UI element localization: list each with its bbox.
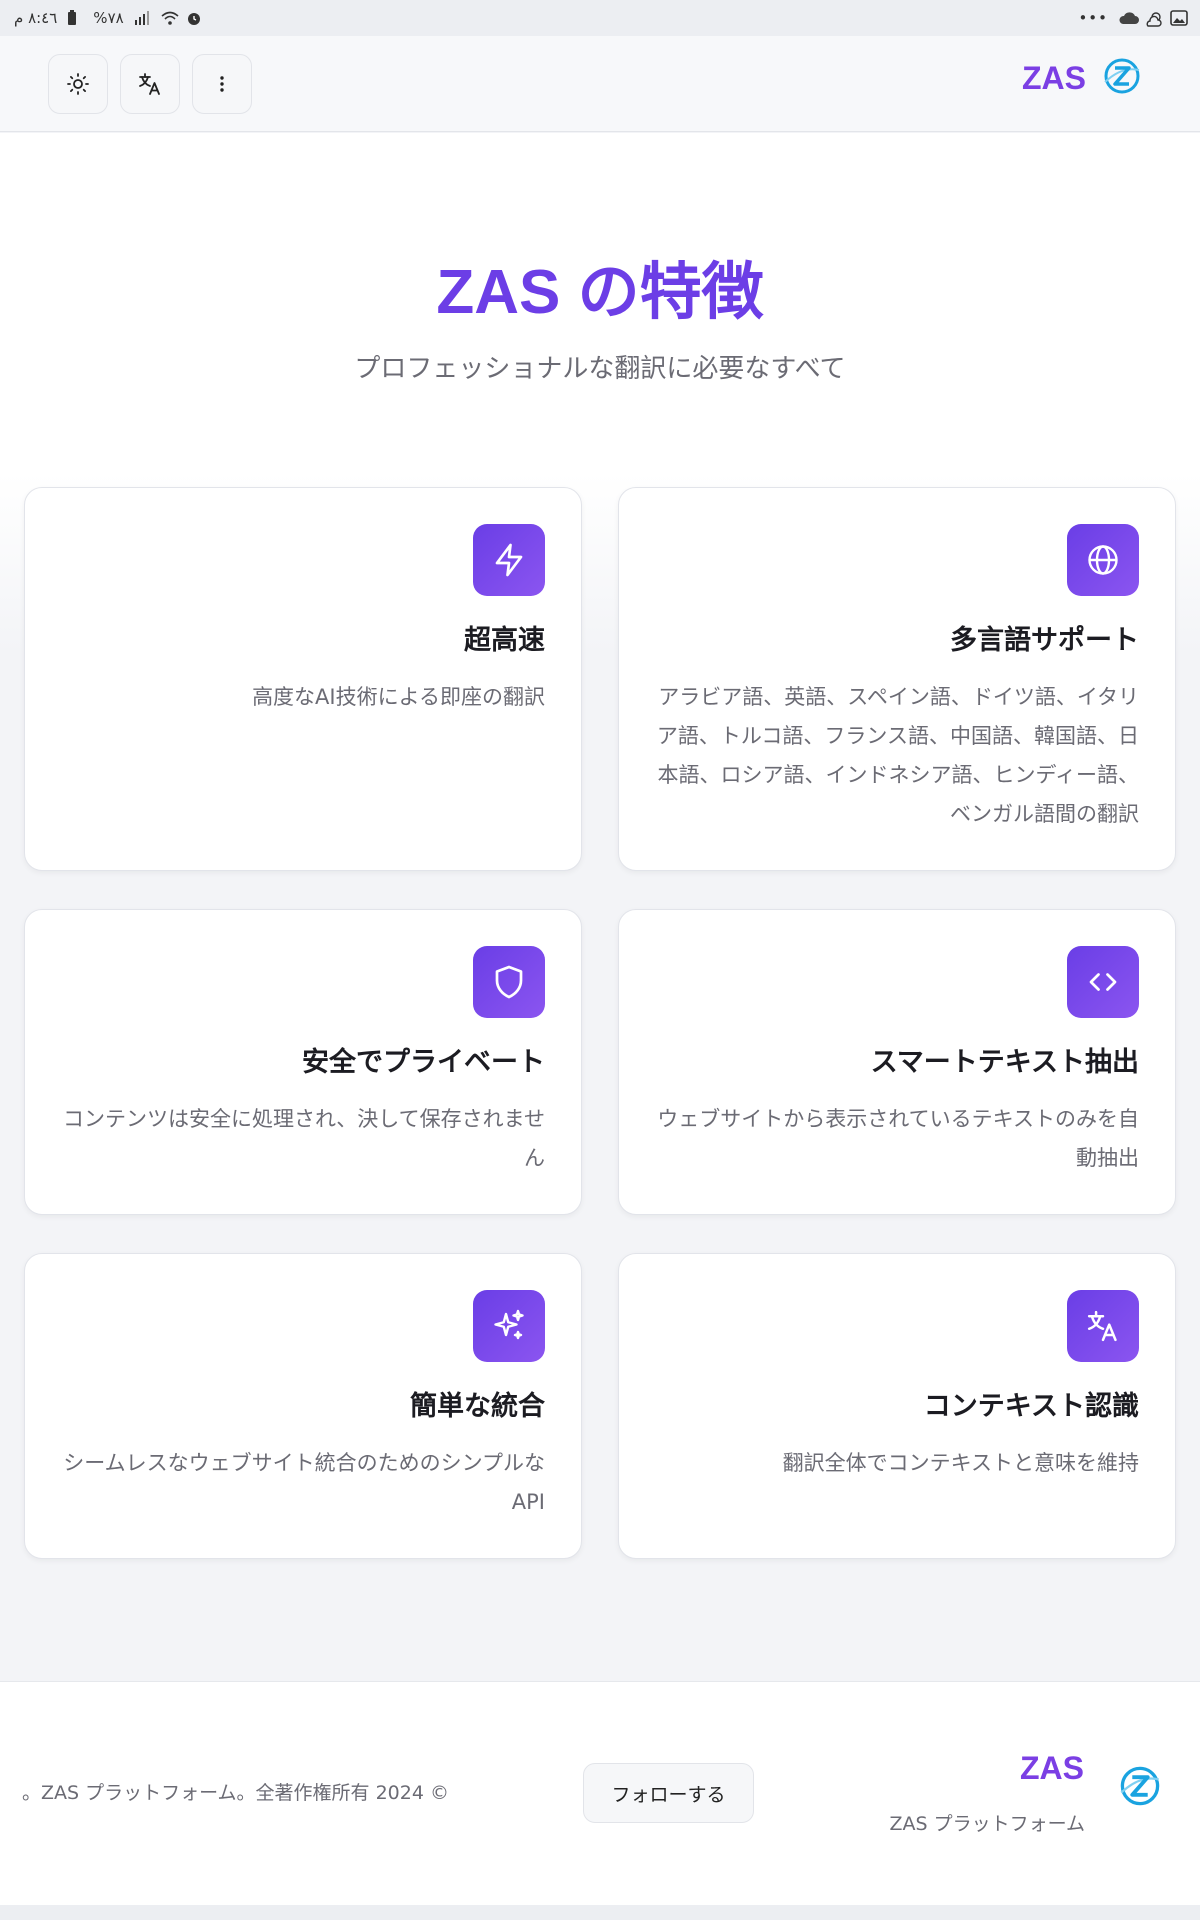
feature-title: 安全でプライベート [302,1047,545,1078]
shield-icon [473,946,545,1018]
footer-logo[interactable] [1118,1764,1162,1812]
wifi-icon [160,10,179,26]
page-subtitle: プロフェッショナルな翻訳に必要なすべて [354,354,846,384]
feature-description: コンテンツは安全に処理され、決して保存されません [63,1107,545,1170]
feature-card-security: 安全でプライベート コンテンツは安全に処理され、決して保存されません [24,909,582,1215]
header-brand-name[interactable]: ZAS [1022,60,1086,97]
page-title: ZAS の特徴 [436,258,764,327]
lightning-icon [473,524,545,596]
more-vertical-icon [220,76,224,92]
zas-logo-icon [1104,58,1140,94]
feature-card-speed: 超高速 高度なAI技術による即座の翻訳 [24,487,582,871]
status-bar-right: ••• [1078,9,1188,27]
footer-brand-subtitle: ZAS プラットフォーム [889,1813,1085,1835]
sun-icon [67,73,89,95]
feature-description: アラビア語、英語、スペイン語、ドイツ語、イタリア語、トルコ語、フランス語、中国語… [656,685,1139,826]
feature-title: 簡単な統合 [410,1391,545,1422]
feature-card-context: コンテキスト認識 翻訳全体でコンテキストと意味を維持 [618,1253,1176,1559]
feature-title: 多言語サポート [950,625,1139,656]
footer: 。ZAS プラットフォーム。全著作権所有 2024 © フォローする ZAS Z… [0,1681,1200,1905]
top-header: ZAS [0,36,1200,132]
feature-description: シームレスなウェブサイト統合のためのシンプルなAPI [63,1451,545,1514]
sparkles-icon [473,1290,545,1362]
status-bar: ٨:٤٦ م %٧٨ ••• [0,0,1200,36]
signal-icon [134,10,150,26]
theme-toggle-button[interactable] [48,54,108,114]
code-icon [1067,946,1139,1018]
alarm-icon [186,10,202,26]
footer-brand-name[interactable]: ZAS [1020,1750,1084,1787]
copyright-text: 。ZAS プラットフォーム。全著作権所有 2024 © [22,1782,449,1804]
translate-icon [1067,1290,1139,1362]
weather-icon [1144,10,1162,27]
translate-icon [139,73,160,95]
feature-card-integration: 簡単な統合 シームレスなウェブサイト統合のためのシンプルなAPI [24,1253,582,1559]
battery-level: %٧٨ [93,9,124,27]
feature-title: 超高速 [464,625,545,656]
feature-title: コンテキスト認識 [923,1391,1139,1422]
language-button[interactable] [120,54,180,114]
status-time: ٨:٤٦ م [14,9,58,27]
status-bar-left: ٨:٤٦ م %٧٨ [14,9,202,27]
feature-description: 翻訳全体でコンテキストと意味を維持 [782,1451,1139,1475]
battery-icon [67,10,83,26]
menu-button[interactable] [192,54,252,114]
feature-description: 高度なAI技術による即座の翻訳 [252,685,545,709]
feature-card-multilingual: 多言語サポート アラビア語、英語、スペイン語、ドイツ語、イタリア語、トルコ語、フ… [618,487,1176,871]
feature-description: ウェブサイトから表示されているテキストのみを自動抽出 [657,1107,1139,1170]
zas-logo-icon [1120,1766,1160,1806]
features-section: ZAS の特徴 プロフェッショナルな翻訳に必要なすべて 超高速 高度なAI技術に… [0,133,1200,1681]
cloud-icon [1118,10,1139,26]
feature-card-extraction: スマートテキスト抽出 ウェブサイトから表示されているテキストのみを自動抽出 [618,909,1176,1215]
gallery-icon [1170,10,1188,26]
header-logo[interactable] [1102,56,1142,100]
follow-button[interactable]: フォローする [583,1763,754,1823]
navigation-bar-area [0,1905,1200,1920]
globe-icon [1067,524,1139,596]
more-notifications-icon: ••• [1078,9,1108,27]
feature-title: スマートテキスト抽出 [870,1047,1139,1078]
